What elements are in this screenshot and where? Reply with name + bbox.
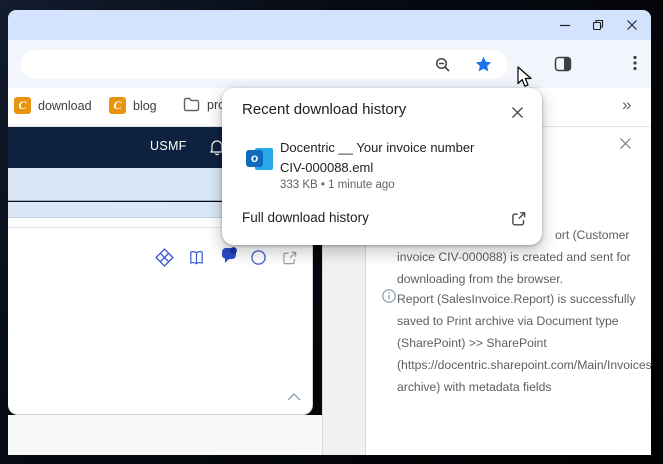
close-icon [512,107,523,118]
external-link-icon[interactable] [510,210,527,227]
minimize-button[interactable] [558,18,572,32]
side-panel-button[interactable] [554,55,572,73]
bookmark-folder-pro[interactable]: pro [183,97,225,112]
chrome-menu-button[interactable] [626,54,644,72]
message-text: (https://docentric.sharepoint.com/Main/I… [397,358,651,372]
close-window-button[interactable] [625,18,639,32]
screen: C download C blog pro » USMF ort (Custom… [0,0,663,464]
info-icon [382,289,396,303]
close-popup-button[interactable] [510,105,525,120]
minimize-icon [560,24,570,27]
docentric-favicon: C [14,97,31,114]
dynamics-diamond-icon[interactable] [155,248,174,267]
folder-icon [183,97,200,112]
zoom-out-icon[interactable] [435,57,451,73]
bookmark-star-icon[interactable] [475,56,492,73]
full-download-history-link[interactable]: Full download history [242,210,369,225]
restore-button[interactable] [591,18,605,32]
restore-icon [592,19,604,31]
message-text: archive) with metadata fields [397,380,552,394]
message-text: invoice CIV-000088) is created and sent … [397,250,631,264]
close-icon [620,138,631,149]
message-text: (SharePoint) >> SharePoint [397,336,547,350]
bookmark-label: blog [133,98,157,113]
download-meta: 333 KB • 1 minute ago [280,179,395,191]
window-titlebar [8,10,651,40]
outlook-eml-icon: o [246,147,273,171]
mouse-cursor [516,66,534,90]
bookmarks-overflow-chevron[interactable]: » [622,95,631,115]
page-background [8,415,322,455]
side-panel-icon [554,56,572,72]
message-text: downloading from the browser. [397,272,563,286]
book-icon[interactable] [188,249,205,266]
refresh-circle-icon[interactable] [250,249,267,266]
browser-toolbar [8,40,651,121]
collapse-section-chevron[interactable] [286,392,302,402]
bookmark-label: download [38,98,92,113]
docentric-favicon: C [109,97,126,114]
open-in-new-icon[interactable] [282,250,298,266]
message-text: Report (SalesInvoice.Report) is successf… [397,292,636,306]
bookmark-download[interactable]: C download [14,97,92,114]
message-text: ort (Customer [555,228,630,242]
three-dot-menu-icon [633,55,637,71]
message-text: saved to Print archive via Document type [397,314,619,328]
popup-title: Recent download history [242,101,407,118]
download-history-popup: Recent download history o Docentric __ Y… [222,88,542,245]
close-panel-button[interactable] [618,136,633,151]
download-filename: Docentric __ Your invoice number CIV-000… [280,140,475,175]
download-item[interactable]: o Docentric __ Your invoice number CIV-0… [222,134,542,196]
address-bar[interactable] [20,50,508,79]
close-icon [627,20,637,30]
flask-badge-icon[interactable] [218,246,239,266]
company-picker[interactable]: USMF [150,139,187,153]
bookmark-blog[interactable]: C blog [109,97,157,114]
